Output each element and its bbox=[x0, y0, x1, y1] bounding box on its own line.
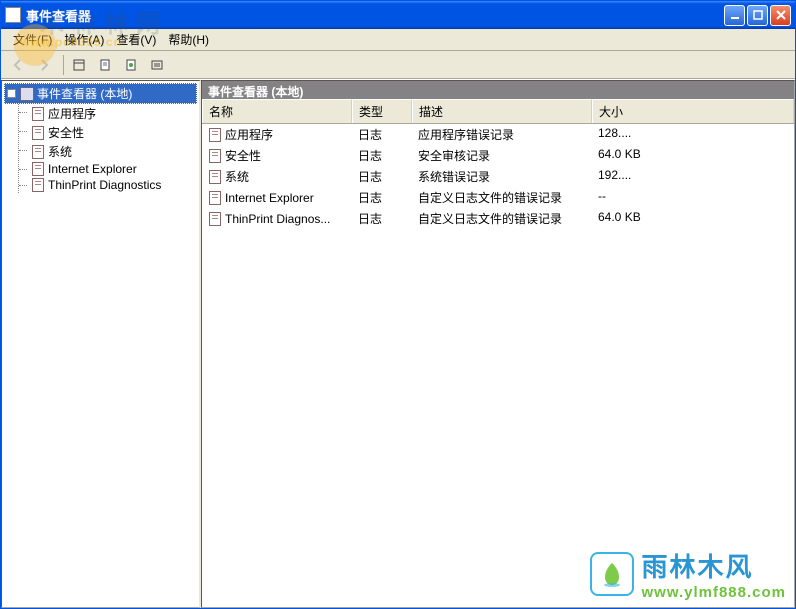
tree-item[interactable]: 安全性 bbox=[29, 123, 197, 142]
tree-item[interactable]: Internet Explorer bbox=[29, 161, 197, 177]
cell-size: 192.... bbox=[592, 167, 794, 186]
tree-item-label: ThinPrint Diagnostics bbox=[48, 178, 161, 192]
minimize-button[interactable] bbox=[724, 5, 745, 26]
tb-btn-3[interactable] bbox=[120, 54, 142, 76]
log-icon bbox=[31, 178, 45, 192]
export-icon bbox=[150, 58, 164, 72]
cell-name: 应用程序 bbox=[202, 125, 352, 144]
log-icon bbox=[31, 107, 45, 121]
refresh-icon bbox=[124, 58, 138, 72]
list-icon bbox=[72, 58, 86, 72]
cell-name: 安全性 bbox=[202, 146, 352, 165]
toolbar bbox=[1, 51, 795, 79]
cell-desc: 应用程序错误记录 bbox=[412, 125, 592, 144]
list-body[interactable]: 应用程序 日志 应用程序错误记录 128.... 安全性 日志 安全审核记录 6… bbox=[202, 124, 794, 607]
col-header-size[interactable]: 大小 bbox=[592, 99, 794, 123]
cell-type: 日志 bbox=[352, 167, 412, 186]
list-row[interactable]: 系统 日志 系统错误记录 192.... bbox=[202, 166, 794, 187]
log-icon bbox=[208, 170, 222, 184]
cell-name: Internet Explorer bbox=[202, 188, 352, 207]
cell-name: 系统 bbox=[202, 167, 352, 186]
cell-name: ThinPrint Diagnos... bbox=[202, 209, 352, 228]
cell-desc: 自定义日志文件的错误记录 bbox=[412, 188, 592, 207]
tb-btn-1[interactable] bbox=[68, 54, 90, 76]
forward-button bbox=[33, 54, 55, 76]
log-icon bbox=[31, 126, 45, 140]
log-icon bbox=[31, 162, 45, 176]
cell-desc: 自定义日志文件的错误记录 bbox=[412, 209, 592, 228]
menubar: 文件(F) 操作(A) 查看(V) 帮助(H) bbox=[1, 29, 795, 51]
tree-item-label: 系统 bbox=[48, 143, 72, 160]
log-icon bbox=[208, 128, 222, 142]
back-icon bbox=[11, 58, 25, 72]
cell-size: 64.0 KB bbox=[592, 209, 794, 228]
maximize-icon bbox=[752, 9, 764, 21]
cell-type: 日志 bbox=[352, 125, 412, 144]
tree-root-label: 事件查看器 (本地) bbox=[37, 85, 132, 102]
col-header-name[interactable]: 名称 bbox=[202, 99, 352, 123]
tree-item[interactable]: ThinPrint Diagnostics bbox=[29, 177, 197, 193]
back-button bbox=[7, 54, 29, 76]
tree-pane[interactable]: − 事件查看器 (本地) 应用程序 安全性 系统 Internet Explor… bbox=[1, 80, 201, 608]
col-header-type[interactable]: 类型 bbox=[352, 99, 412, 123]
tb-btn-4[interactable] bbox=[146, 54, 168, 76]
menu-file[interactable]: 文件(F) bbox=[7, 29, 58, 50]
cell-type: 日志 bbox=[352, 188, 412, 207]
titlebar[interactable]: 事件查看器 bbox=[1, 1, 795, 29]
tree-item[interactable]: 系统 bbox=[29, 142, 197, 161]
cell-type: 日志 bbox=[352, 209, 412, 228]
event-viewer-icon bbox=[20, 87, 34, 101]
log-icon bbox=[208, 149, 222, 163]
forward-icon bbox=[37, 58, 51, 72]
col-header-desc[interactable]: 描述 bbox=[412, 99, 592, 123]
list-row[interactable]: 安全性 日志 安全审核记录 64.0 KB bbox=[202, 145, 794, 166]
minimize-icon bbox=[729, 9, 741, 21]
log-icon bbox=[208, 191, 222, 205]
tree-root-node[interactable]: − 事件查看器 (本地) bbox=[4, 83, 197, 104]
cell-size: 64.0 KB bbox=[592, 146, 794, 165]
log-icon bbox=[208, 212, 222, 226]
tree-item-label: 应用程序 bbox=[48, 105, 96, 122]
cell-desc: 安全审核记录 bbox=[412, 146, 592, 165]
pane-header: 事件查看器 (本地) bbox=[202, 81, 794, 99]
details-pane: 事件查看器 (本地) 名称 类型 描述 大小 应用程序 日志 应用程序错误记录 … bbox=[201, 80, 795, 608]
tree-item-label: 安全性 bbox=[48, 124, 84, 141]
tree-item-label: Internet Explorer bbox=[48, 162, 137, 176]
log-icon bbox=[31, 145, 45, 159]
content-area: − 事件查看器 (本地) 应用程序 安全性 系统 Internet Explor… bbox=[1, 79, 795, 608]
close-button[interactable] bbox=[770, 5, 791, 26]
cell-size: -- bbox=[592, 188, 794, 207]
cell-type: 日志 bbox=[352, 146, 412, 165]
window-title: 事件查看器 bbox=[26, 6, 722, 25]
list-row[interactable]: 应用程序 日志 应用程序错误记录 128.... bbox=[202, 124, 794, 145]
menu-view[interactable]: 查看(V) bbox=[110, 29, 162, 50]
properties-icon bbox=[98, 58, 112, 72]
list-row[interactable]: Internet Explorer 日志 自定义日志文件的错误记录 -- bbox=[202, 187, 794, 208]
app-icon bbox=[5, 7, 21, 23]
tb-btn-2[interactable] bbox=[94, 54, 116, 76]
list-header: 名称 类型 描述 大小 bbox=[202, 99, 794, 124]
app-window: 事件查看器 木林林网 文件(F) 操作(A) 查看(V) 帮助(H) bbox=[0, 0, 796, 609]
tree-item[interactable]: 应用程序 bbox=[29, 104, 197, 123]
menu-action[interactable]: 操作(A) bbox=[58, 29, 110, 50]
cell-desc: 系统错误记录 bbox=[412, 167, 592, 186]
close-icon bbox=[775, 9, 787, 21]
toolbar-separator bbox=[63, 55, 64, 75]
list-row[interactable]: ThinPrint Diagnos... 日志 自定义日志文件的错误记录 64.… bbox=[202, 208, 794, 229]
cell-size: 128.... bbox=[592, 125, 794, 144]
maximize-button[interactable] bbox=[747, 5, 768, 26]
menu-help[interactable]: 帮助(H) bbox=[162, 29, 215, 50]
expand-toggle-icon[interactable]: − bbox=[7, 89, 16, 98]
